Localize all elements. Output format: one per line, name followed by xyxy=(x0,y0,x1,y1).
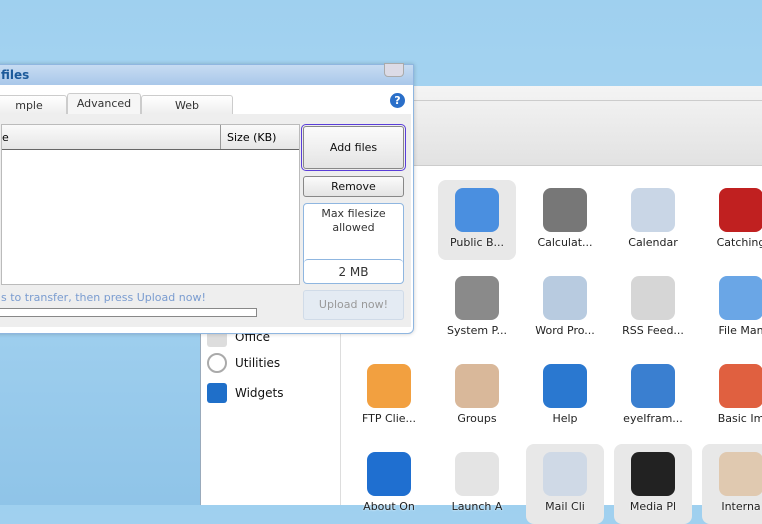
app-label: File Man xyxy=(718,324,762,337)
app-label: Mail Cli xyxy=(545,500,585,513)
max-filesize-box: Max filesize allowed 2 MB xyxy=(303,203,404,284)
app-icon xyxy=(367,452,411,496)
app-label: Help xyxy=(552,412,578,425)
app-label: Calculat... xyxy=(537,236,593,249)
app-label: eyeIfram... xyxy=(623,412,683,425)
app-wordpro[interactable]: Word Pro... xyxy=(526,268,604,348)
app-icon xyxy=(455,276,499,320)
column-name[interactable]: e xyxy=(2,131,9,144)
app-icon xyxy=(455,364,499,408)
app-interna[interactable]: Interna xyxy=(702,444,762,524)
sidebar-item-utilities[interactable]: Utilities xyxy=(207,353,280,373)
add-files-button[interactable]: Add files xyxy=(301,124,406,171)
app-label: Public B... xyxy=(449,236,505,249)
app-eyeifram[interactable]: eyeIfram... xyxy=(614,356,692,436)
instruction-text: s to transfer, then press Upload now! xyxy=(1,291,206,304)
app-label: About On xyxy=(363,500,415,513)
app-groups[interactable]: Groups xyxy=(438,356,516,436)
app-icon xyxy=(455,188,499,232)
app-label: RSS Feed... xyxy=(622,324,684,337)
app-mailcli[interactable]: Mail Cli xyxy=(526,444,604,524)
app-icon xyxy=(543,276,587,320)
app-icon xyxy=(543,188,587,232)
paperclip-icon xyxy=(207,353,227,373)
tab-advanced[interactable]: Advanced xyxy=(67,93,141,114)
app-label: System P... xyxy=(447,324,507,337)
app-calendar[interactable]: Calendar xyxy=(614,180,692,260)
remove-button[interactable]: Remove xyxy=(303,176,404,197)
upload-files-dialog: files mple Advanced Web ? e Size (KB) Ad… xyxy=(0,63,414,334)
file-list-header: e Size (KB) xyxy=(2,125,299,150)
app-rssfeed[interactable]: RSS Feed... xyxy=(614,268,692,348)
sidebar-item-widgets[interactable]: Widgets xyxy=(207,383,284,403)
app-label: Media Pl xyxy=(629,500,677,513)
app-icon xyxy=(631,276,675,320)
max-filesize-label: Max filesize allowed xyxy=(321,207,386,234)
app-icon xyxy=(719,188,762,232)
app-label: Calendar xyxy=(628,236,678,249)
app-label: FTP Clie... xyxy=(361,412,417,425)
tab-web[interactable]: Web xyxy=(141,95,233,114)
app-icon xyxy=(367,364,411,408)
sidebar-item-label: Widgets xyxy=(235,386,284,400)
app-publicb[interactable]: Public B... xyxy=(438,180,516,260)
app-launcha[interactable]: Launch A xyxy=(438,444,516,524)
app-mediapl[interactable]: Media Pl xyxy=(614,444,692,524)
app-icon xyxy=(631,364,675,408)
app-basicim[interactable]: Basic Im xyxy=(702,356,762,436)
app-label: Interna xyxy=(721,500,761,513)
app-help[interactable]: Help xyxy=(526,356,604,436)
column-size[interactable]: Size (KB) xyxy=(227,131,276,144)
app-label: Word Pro... xyxy=(535,324,595,337)
app-icon xyxy=(631,188,675,232)
app-calculat[interactable]: Calculat... xyxy=(526,180,604,260)
app-label: Catching xyxy=(716,236,762,249)
app-label: Basic Im xyxy=(717,412,762,425)
app-abouton[interactable]: About On xyxy=(350,444,428,524)
tab-simple[interactable]: mple xyxy=(0,95,67,114)
sidebar-item-label: Utilities xyxy=(235,356,281,370)
close-button[interactable] xyxy=(384,63,404,77)
advanced-panel: e Size (KB) Add files Remove Max filesiz… xyxy=(0,114,411,327)
file-list[interactable]: e Size (KB) xyxy=(1,124,300,285)
app-catching[interactable]: Catching xyxy=(702,180,762,260)
app-icon xyxy=(543,452,587,496)
dialog-title: files xyxy=(0,65,413,85)
app-icon xyxy=(719,364,762,408)
app-systemp[interactable]: System P... xyxy=(438,268,516,348)
app-icon xyxy=(455,452,499,496)
app-ftpclie[interactable]: FTP Clie... xyxy=(350,356,428,436)
upload-progress-bar xyxy=(0,308,257,317)
widgets-icon xyxy=(207,383,227,403)
max-filesize-value: 2 MB xyxy=(304,259,403,284)
app-icon xyxy=(543,364,587,408)
app-label: Launch A xyxy=(451,500,503,513)
app-label: Groups xyxy=(457,412,497,425)
app-fileman[interactable]: File Man xyxy=(702,268,762,348)
help-icon[interactable]: ? xyxy=(390,93,405,108)
app-icon xyxy=(719,452,762,496)
app-icon xyxy=(719,276,762,320)
upload-now-button[interactable]: Upload now! xyxy=(303,290,404,320)
app-icon xyxy=(631,452,675,496)
